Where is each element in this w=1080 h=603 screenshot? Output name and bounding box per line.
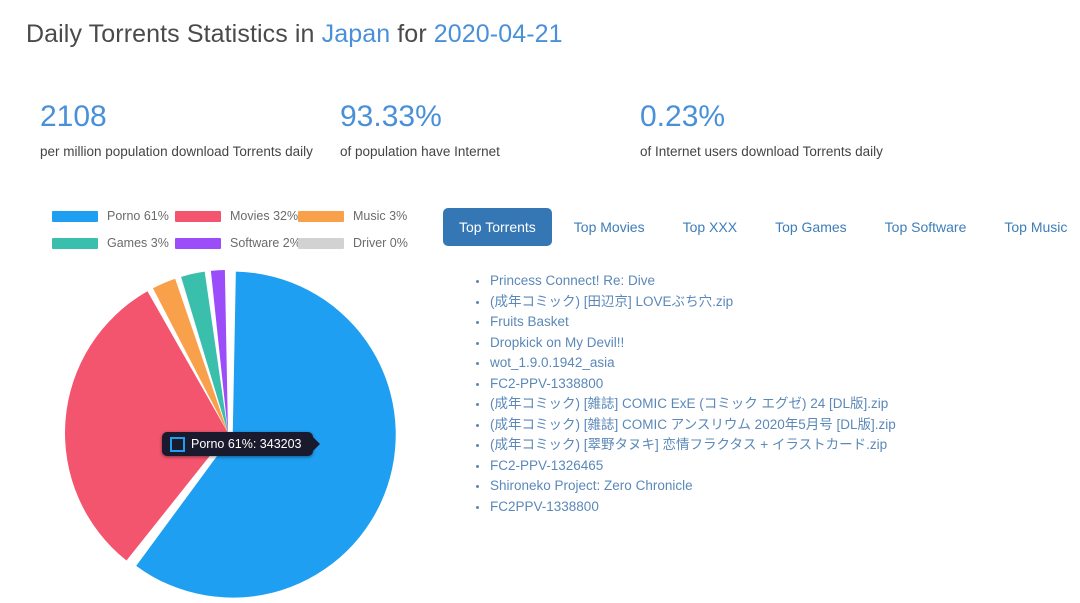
torrent-link[interactable]: Princess Connect! Re: Dive [490,273,655,288]
tab-top-music[interactable]: Top Music [988,208,1080,246]
stat-label: of population have Internet [340,144,500,159]
stat-label: of Internet users download Torrents dail… [640,144,883,159]
list-item: FC2-PPV-1326465 [476,456,1063,477]
category-tabs: Top Torrents Top Movies Top XXX Top Games To… [443,206,1067,248]
legend-label: Driver 0% [353,236,408,250]
legend-label: Games 3% [107,236,169,250]
torrent-link[interactable]: wot_1.9.0.1942_asia [490,355,615,370]
list-item: FC2-PPV-1338800 [476,374,1063,395]
list-item: FC2PPV-1338800 [476,497,1063,518]
tab-top-movies[interactable]: Top Movies [558,208,661,246]
stat-value: 93.33% [340,100,442,133]
legend-color-swatch [52,210,98,222]
page-title-prefix: Daily Torrents Statistics in [26,20,322,48]
top-torrents-list: Princess Connect! Re: Dive (成年コミック) [田辺京]… [443,271,1063,517]
tab-top-games[interactable]: Top Games [759,208,863,246]
page-title: Daily Torrents Statistics in Japan for 2… [26,20,563,49]
legend-item-games[interactable]: Games 3% [52,232,175,254]
pie-chart-tooltip: Porno 61%: 343203 [162,432,320,456]
torrent-link[interactable]: (成年コミック) [雑誌] COMIC ExE (コミック エグゼ) 24 [D… [490,396,888,411]
tooltip-label: Porno 61%: 343203 [191,437,302,451]
legend-label: Porno 61% [107,209,169,223]
list-item: Princess Connect! Re: Dive [476,271,1063,292]
torrent-link[interactable]: (成年コミック) [雑誌] COMIC アンスリウム 2020年5月号 [DL版… [490,417,896,432]
stat-value: 2108 [40,100,107,133]
stat-card-internet-penetration: 93.33% of population have Internet [340,100,640,161]
torrent-link[interactable]: Fruits Basket [490,314,569,329]
pie-chart-legend: Porno 61% Movies 32% Music 3% Games 3% Softw… [52,205,422,259]
list-item: (成年コミック) [田辺京] LOVEぶち穴.zip [476,292,1063,313]
tab-top-software[interactable]: Top Software [869,208,983,246]
country-link[interactable]: Japan [322,20,391,48]
legend-item-driver[interactable]: Driver 0% [298,232,421,254]
torrent-link[interactable]: (成年コミック) [田辺京] LOVEぶち穴.zip [490,294,733,309]
legend-item-music[interactable]: Music 3% [298,205,421,227]
legend-label: Movies 32% [230,209,299,223]
torrent-link[interactable]: FC2-PPV-1338800 [490,376,603,391]
torrent-link[interactable]: FC2PPV-1338800 [490,499,599,514]
statistics-row: 2108 per million population download Tor… [40,100,1050,161]
stat-label: per million population download Torrents… [40,144,313,159]
legend-item-porno[interactable]: Porno 61% [52,205,175,227]
legend-color-swatch [175,237,221,249]
date-link[interactable]: 2020-04-21 [434,20,563,48]
list-item: (成年コミック) [雑誌] COMIC ExE (コミック エグゼ) 24 [D… [476,394,1063,415]
legend-color-swatch [175,210,221,222]
stat-card-downloads-per-million: 2108 per million population download Tor… [40,100,340,161]
legend-color-swatch [298,237,344,249]
legend-label: Software 2% [230,236,301,250]
list-item: Fruits Basket [476,312,1063,333]
stat-value: 0.23% [640,100,726,133]
list-item: Dropkick on My Devil!! [476,333,1063,354]
legend-color-swatch [298,210,344,222]
category-pie-chart-panel: Porno 61% Movies 32% Music 3% Games 3% Softw… [30,205,430,603]
tooltip-series-marker [170,436,185,452]
page-title-middle: for [390,20,434,48]
list-item: (成年コミック) [翠野タヌキ] 恋情フラクタス + イラストカード.zip [476,435,1063,456]
torrent-link[interactable]: FC2-PPV-1326465 [490,458,603,473]
torrent-link[interactable]: Dropkick on My Devil!! [490,335,624,350]
torrents-panel: Top Torrents Top Movies Top XXX Top Games To… [443,206,1067,517]
tab-top-xxx[interactable]: Top XXX [667,208,753,246]
list-item: (成年コミック) [雑誌] COMIC アンスリウム 2020年5月号 [DL版… [476,415,1063,436]
legend-item-software[interactable]: Software 2% [175,232,301,254]
legend-color-swatch [52,237,98,249]
torrent-link[interactable]: (成年コミック) [翠野タヌキ] 恋情フラクタス + イラストカード.zip [490,437,887,452]
tab-top-torrents[interactable]: Top Torrents [443,208,552,246]
list-item: wot_1.9.0.1942_asia [476,353,1063,374]
list-item: Shironeko Project: Zero Chronicle [476,476,1063,497]
stat-card-internet-users-downloading: 0.23% of Internet users download Torrent… [640,100,1040,161]
torrent-link[interactable]: Shironeko Project: Zero Chronicle [490,478,693,493]
legend-item-movies[interactable]: Movies 32% [175,205,298,227]
legend-label: Music 3% [353,209,408,223]
